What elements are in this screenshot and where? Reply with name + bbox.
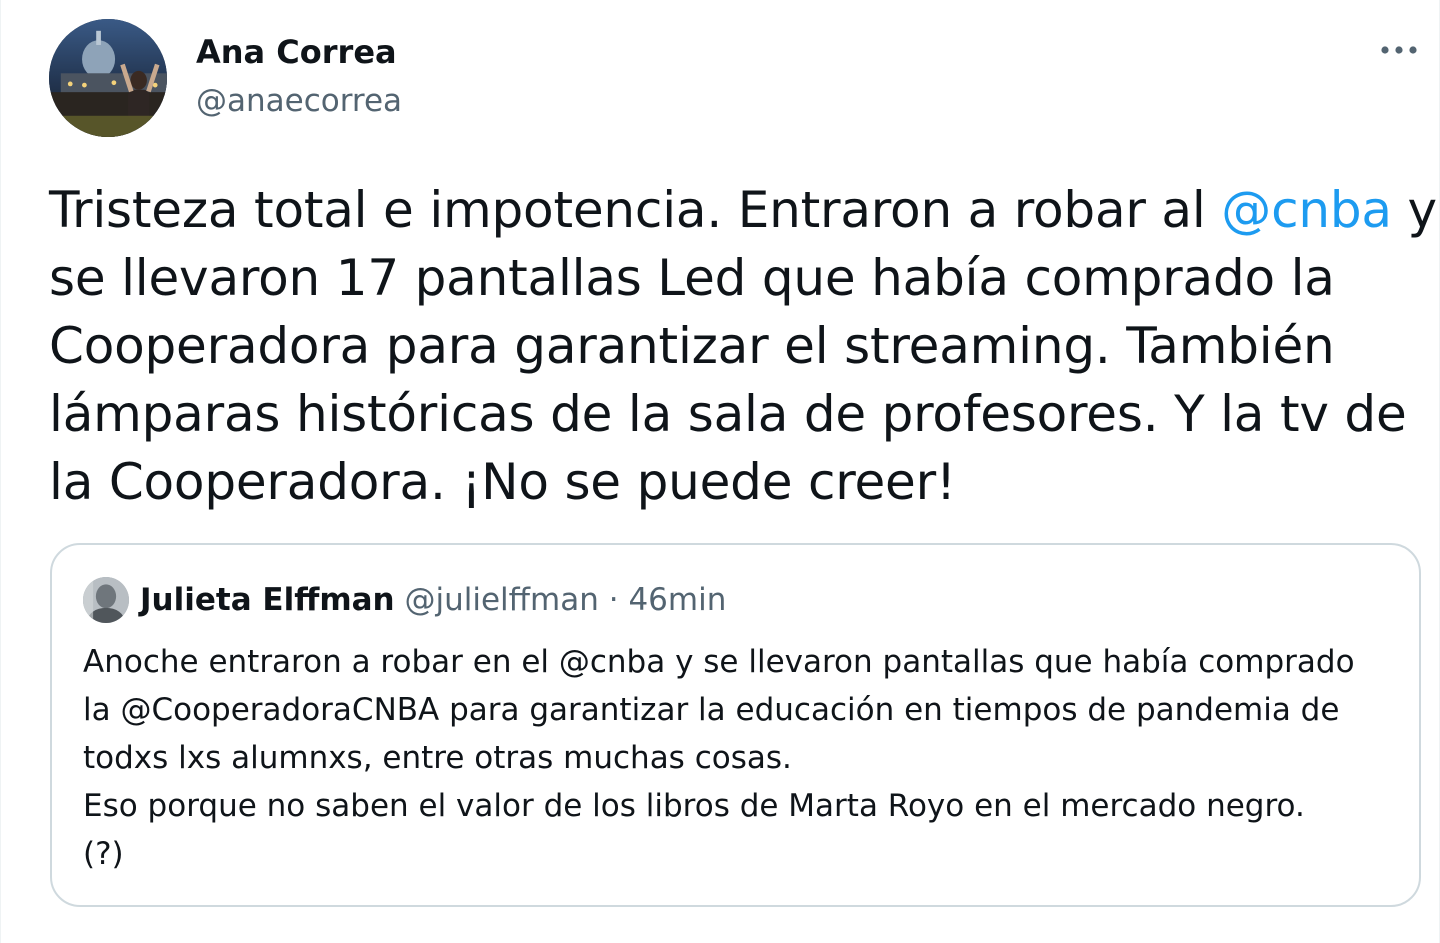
profile-photo-icon — [83, 577, 129, 623]
tweet[interactable]: Ana Correa @anaecorrea Tristeza total e … — [0, 0, 1440, 943]
tweet-text-line: se llevaron 17 pantallas Led que había c… — [49, 249, 1335, 307]
author-name[interactable]: Ana Correa — [196, 32, 397, 72]
tweet-text-segment: Tristeza total e impotencia. Entraron a … — [49, 181, 1222, 239]
quoted-tweet[interactable]: Julieta Elffman @julielffman · 46min Ano… — [50, 543, 1421, 907]
quote-text-line: todxs lxs alumnxs, entre otras muchas co… — [83, 740, 792, 776]
author-handle[interactable]: @anaecorrea — [196, 81, 402, 121]
quote-text-line: Eso porque no saben el valor de los libr… — [83, 788, 1305, 824]
quote-text: Anoche entraron a robar en el @cnba y se… — [83, 638, 1403, 878]
tweet-text-line: Tristeza total e impotencia. Entraron a … — [49, 176, 1437, 244]
header-separator: · — [608, 582, 619, 618]
quote-text-line: Anoche entraron a robar en el @cnba y se… — [83, 644, 1355, 680]
more-options-button[interactable] — [1371, 30, 1427, 70]
quote-text-line: (?) — [83, 836, 124, 872]
quote-author-avatar[interactable] — [83, 577, 129, 623]
mention-link[interactable]: @cnba — [1221, 181, 1392, 239]
tweet-text-line: lámparas históricas de la sala de profes… — [49, 385, 1407, 443]
tweet-text-line: Cooperadora para garantizar el streaming… — [49, 317, 1335, 375]
quote-author-name[interactable]: Julieta Elffman — [140, 582, 395, 618]
tweet-text-segment: y — [1391, 181, 1438, 239]
ellipsis-icon — [1381, 46, 1417, 54]
quote-timestamp[interactable]: 46min — [628, 582, 726, 618]
author-avatar[interactable] — [49, 19, 167, 137]
quote-author-handle[interactable]: @julielffman — [404, 582, 598, 618]
quote-text-line: la @CooperadoraCNBA para garantizar la e… — [83, 692, 1340, 728]
profile-photo-icon — [49, 19, 167, 137]
tweet-text-line: la Cooperadora. ¡No se puede creer! — [49, 453, 956, 511]
quote-header: Julieta Elffman @julielffman · 46min — [140, 580, 726, 620]
tweet-text: Tristeza total e impotencia. Entraron a … — [49, 176, 1437, 516]
